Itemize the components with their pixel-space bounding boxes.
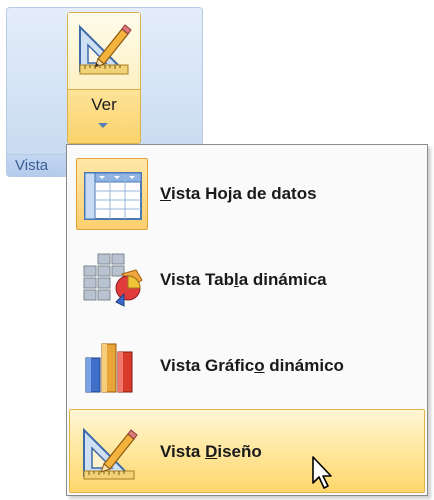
chevron-down-icon[interactable] xyxy=(98,123,108,128)
menu-item-datasheet-view[interactable]: Vista Hoja de datos xyxy=(69,151,425,235)
pivot-table-icon xyxy=(76,244,148,316)
screenshot-stage: Vista Ver Vista Hoja de datos Vista Tabl… xyxy=(0,0,434,500)
mouse-pointer-icon xyxy=(311,455,337,496)
menu-item-label[interactable]: Vista Tabla dinámica xyxy=(160,238,327,322)
ver-button-label[interactable]: Ver xyxy=(68,95,140,115)
ver-button-icon-area[interactable] xyxy=(68,13,140,90)
datasheet-grid-icon xyxy=(76,158,148,230)
menu-item-design-view[interactable]: Vista Diseño xyxy=(69,409,425,493)
ver-view-button[interactable]: Ver xyxy=(67,12,141,144)
design-triangle-ruler-icon xyxy=(76,416,148,488)
menu-item-pivot-chart-view[interactable]: Vista Gráfico dinámico xyxy=(69,323,425,407)
pivot-chart-icon xyxy=(76,330,148,402)
menu-item-label[interactable]: Vista Diseño xyxy=(160,410,262,494)
menu-item-label[interactable]: Vista Gráfico dinámico xyxy=(160,324,344,408)
menu-item-label[interactable]: Vista Hoja de datos xyxy=(160,152,317,236)
view-dropdown-menu: Vista Hoja de datos Vista Tabla dinámica… xyxy=(66,144,428,496)
menu-item-pivot-table-view[interactable]: Vista Tabla dinámica xyxy=(69,237,425,321)
